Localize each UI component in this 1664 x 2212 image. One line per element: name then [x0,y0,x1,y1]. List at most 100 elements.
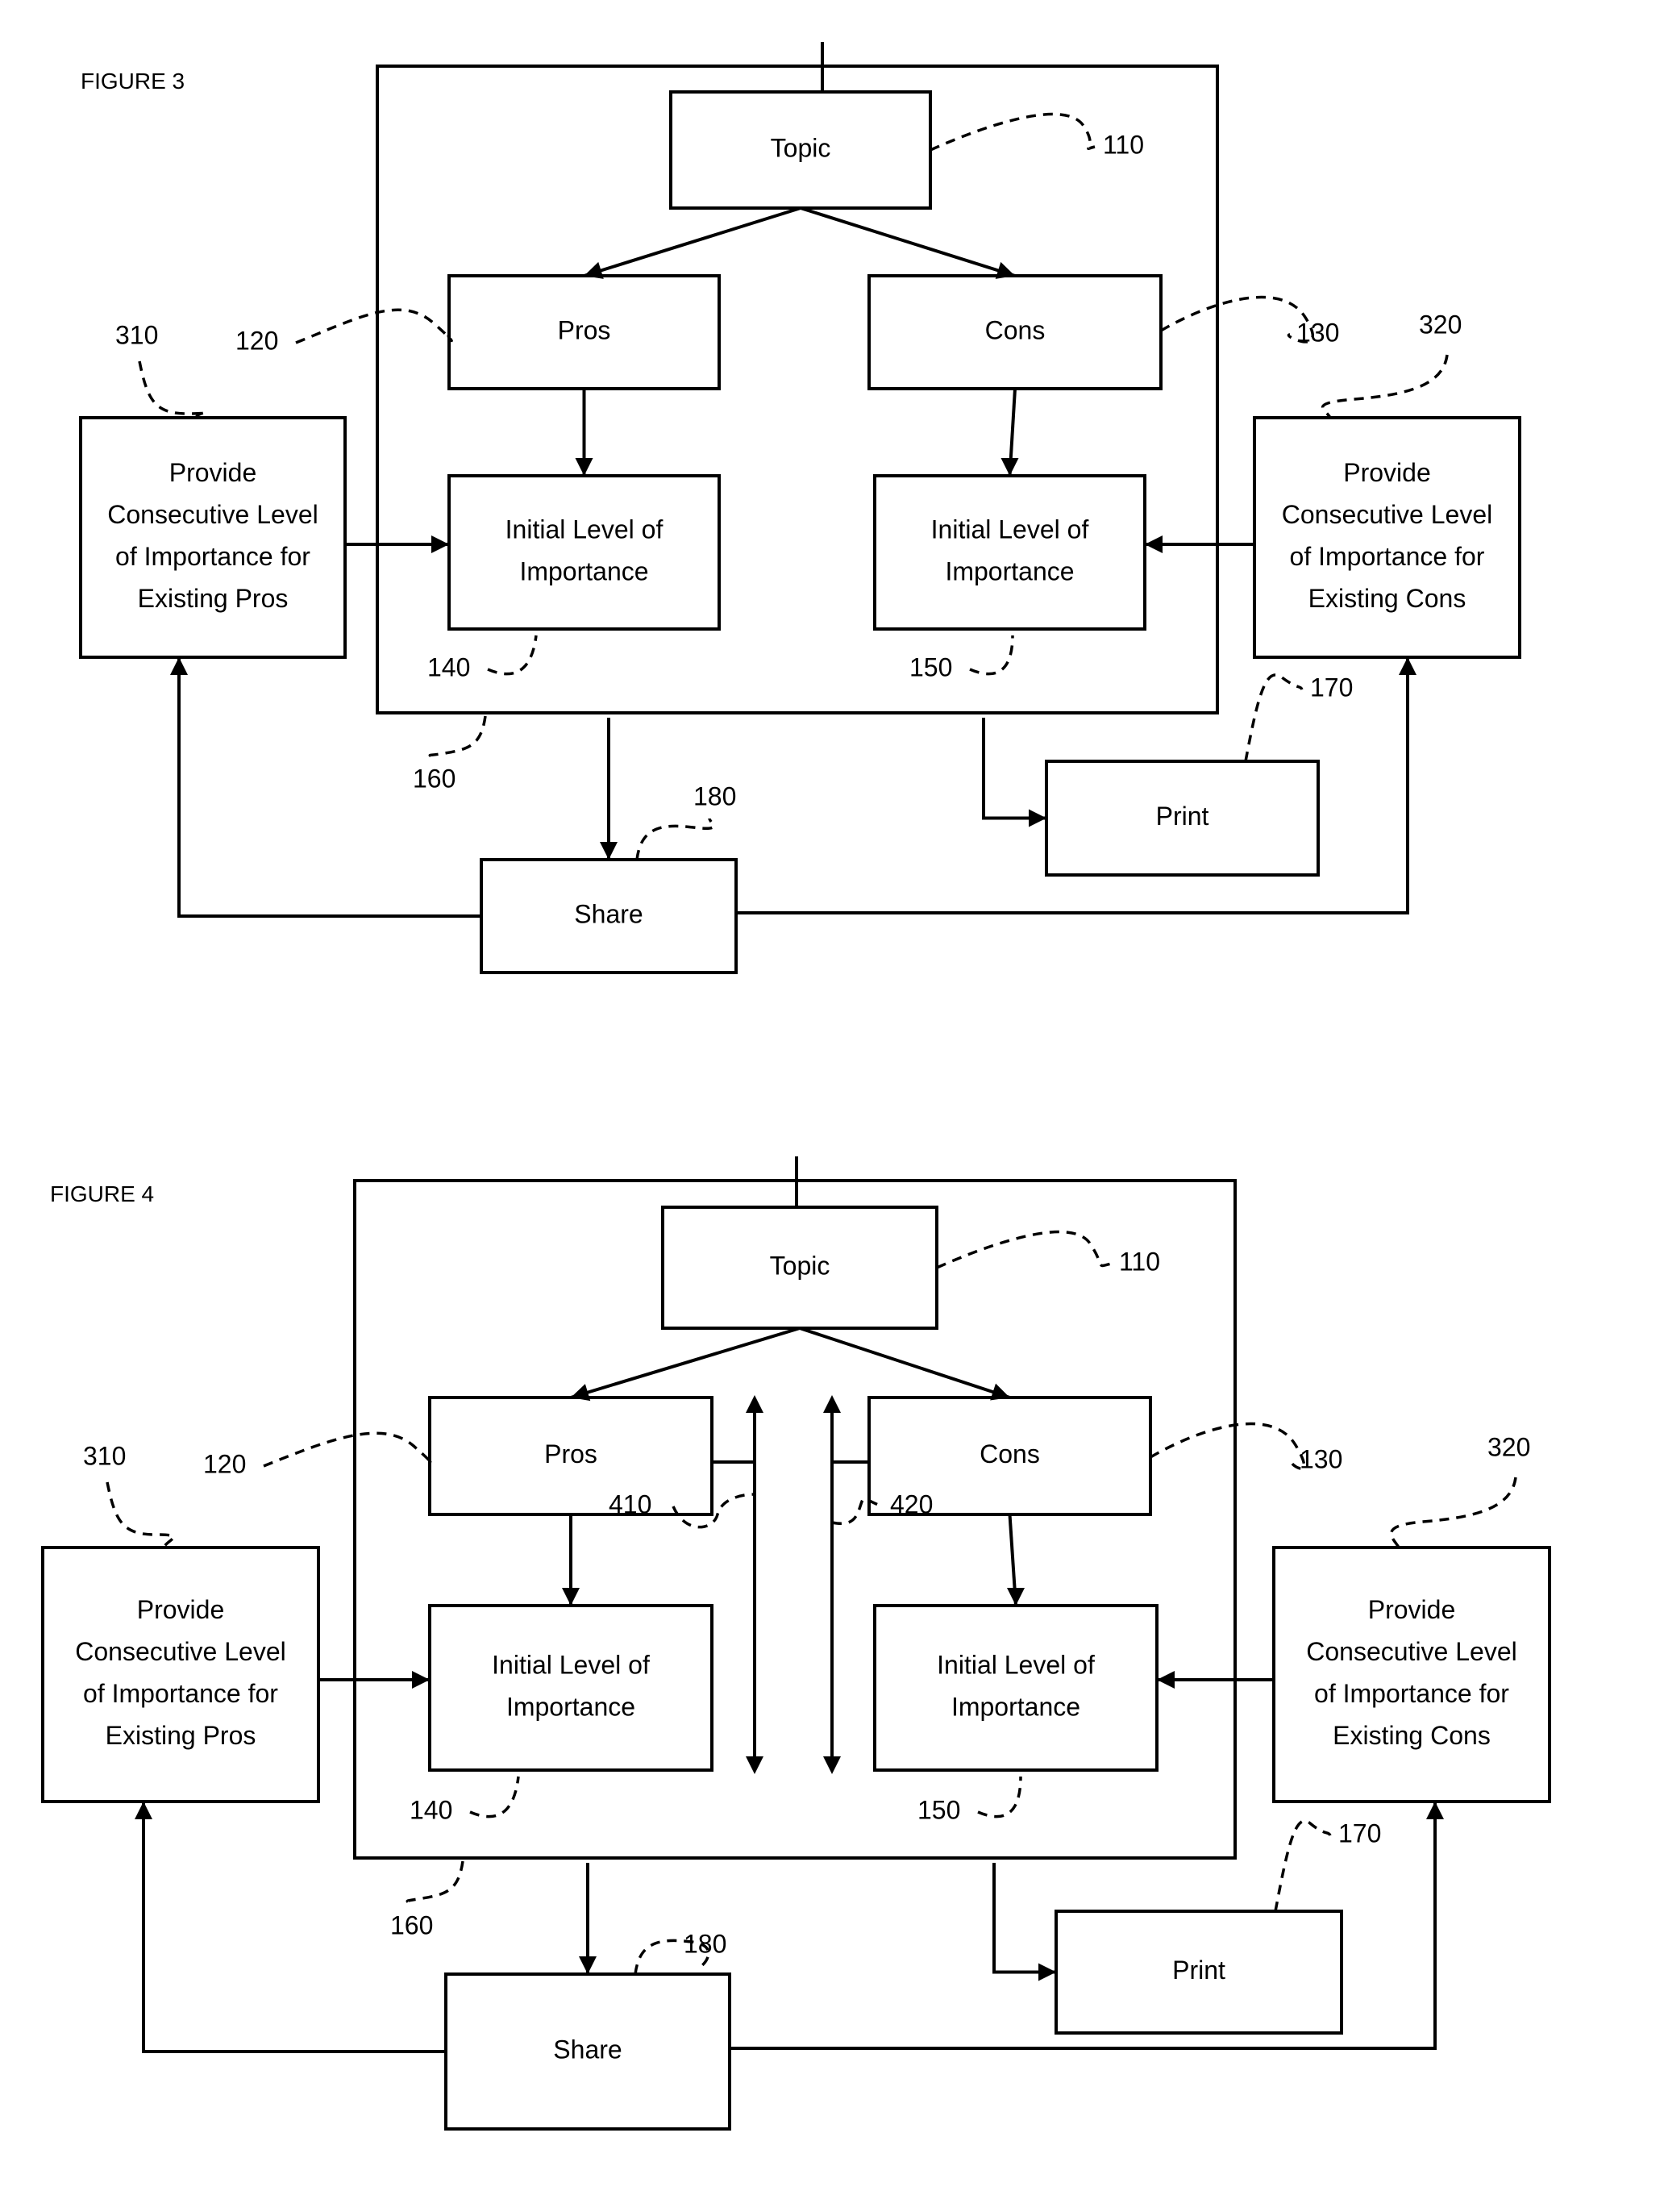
cons-initial-importance-box-label: Importance [951,1692,1080,1721]
cons-consecutive-importance-box-label: Consecutive Level [1306,1637,1516,1666]
leader-310 [138,360,208,419]
pros-consecutive-importance-box-label: Provide [169,458,257,487]
ref-180: 180 [693,781,736,810]
arrow-container-to-share-head [600,842,618,860]
cons-consecutive-importance-box-label: Existing Cons [1308,584,1466,613]
print-box: Print [1045,760,1320,877]
ref-160: 160 [413,764,456,793]
ref-150: 150 [909,652,952,681]
arrow-pros-consecutive-to-initial-head [412,1671,430,1689]
arrow-topic-to-cons [799,1327,1011,1399]
ref-420: 420 [890,1489,933,1518]
arrow-pros-consecutive-to-initial-head [431,535,449,553]
pros-box: Pros [428,1396,713,1516]
arrow-container-to-share-head [579,1956,597,1974]
arrow-cons-to-initial-head [1000,458,1019,476]
leader-140 [469,1776,520,1818]
ref-110: 110 [1119,1247,1160,1276]
pros-consecutive-importance-box-label: Existing Pros [106,1721,256,1750]
topic-box: Topic [661,1206,938,1330]
figure-title: FIGURE 3 [81,69,185,94]
arrow-topic-to-pros [570,1327,801,1399]
print-box-label: Print [1172,1956,1225,1985]
cons-initial-importance-box: Initial Level of Importance [873,1604,1159,1772]
pros-initial-importance-box-label: Initial Level of [505,514,664,544]
ref-320: 320 [1419,310,1462,339]
share-box-label: Share [574,899,643,928]
pros-box-label: Pros [558,315,611,344]
ref-110: 110 [1103,130,1144,159]
leader-130 [1160,295,1314,344]
cons-initial-importance-box-label: Importance [945,556,1074,585]
cons-importance-adjuster-head-up [823,1395,841,1413]
cons-initial-importance-box-outline [873,1604,1159,1772]
pros-initial-importance-box: Initial Level of Importance [447,474,721,631]
cons-initial-importance-box-label: Initial Level of [937,1650,1095,1679]
pros-consecutive-importance-box-outline [79,416,347,659]
leader-120 [295,308,453,344]
patent-diagram-canvas: FIGURE 3 Topic Pros Cons Initial Level of Imp… [41,42,1551,2131]
ref-150: 150 [917,1795,960,1824]
leader-150 [977,1776,1022,1818]
topic-box: Topic [669,90,932,210]
leader-180 [635,818,715,860]
ref-170: 170 [1338,1818,1381,1847]
figure-3: FIGURE 3 Topic Pros Cons Initial Level of Imp… [79,42,1521,974]
pros-consecutive-importance-box: Provide Consecutive Level of Importance fo… [41,1546,320,1803]
arrow-topic-to-cons-head [990,1383,1010,1401]
share-box: Share [480,858,738,974]
arrow-cons-consecutive-to-initial-head [1145,535,1163,553]
arrow-share-to-pros-consecutive-head [170,657,188,675]
arrow-share-to-pros-consecutive-head [135,1802,152,1819]
leader-140 [487,635,538,676]
pros-consecutive-importance-box: Provide Consecutive Level of Importance fo… [79,416,347,659]
cons-consecutive-importance-box: Provide Consecutive Level of Importance fo… [1253,416,1521,659]
cons-consecutive-importance-box-label: Existing Cons [1333,1721,1491,1750]
cons-consecutive-importance-box-outline [1272,1546,1551,1803]
share-box: Share [444,1972,731,2131]
arrow-cons-consecutive-to-initial-head [1157,1671,1175,1689]
ref-130: 130 [1300,1444,1342,1473]
arrow-container-to-print [982,718,1046,820]
figure-title: FIGURE 4 [50,1181,154,1206]
ref-120: 120 [203,1449,246,1478]
figure-4: FIGURE 4 Topic Pros Cons Initial Level of Imp… [41,1156,1551,2131]
cons-consecutive-importance-box-label: Consecutive Level [1282,500,1492,529]
pros-initial-importance-box-outline [447,474,721,631]
pros-importance-adjuster-head-up [746,1395,763,1413]
pros-consecutive-importance-box-label: of Importance for [115,542,310,571]
leader-170 [1274,1819,1332,1912]
leader-150 [969,635,1014,676]
print-box-label: Print [1156,802,1209,831]
cons-consecutive-importance-box-label: of Importance for [1290,542,1485,571]
pros-consecutive-importance-box-label: Provide [137,1595,225,1624]
pros-importance-adjuster-head-down [746,1756,763,1774]
arrow-pros-to-initial-head [575,458,593,476]
cons-consecutive-importance-box: Provide Consecutive Level of Importance fo… [1272,1546,1551,1803]
cons-box-label: Cons [980,1439,1040,1468]
pros-consecutive-importance-box-label: of Importance for [83,1679,278,1708]
cons-importance-adjuster-head-down [823,1756,841,1774]
ref-170: 170 [1310,673,1353,702]
arrow-share-to-cons-consecutive-head [1399,657,1416,675]
leader-320 [1389,1477,1517,1548]
pros-initial-importance-box: Initial Level of Importance [428,1604,713,1772]
ref-320: 320 [1487,1432,1530,1461]
leader-160 [406,1860,464,1908]
pros-box: Pros [447,274,721,390]
cons-consecutive-importance-box-label: Provide [1343,458,1431,487]
arrow-container-to-print-head [1029,809,1046,827]
arrow-container-to-print-head [1038,1963,1056,1981]
leader-310 [106,1481,176,1548]
ref-180: 180 [684,1929,726,1958]
share-box-label: Share [553,2035,622,2064]
pros-initial-importance-box-outline [428,1604,713,1772]
leader-170 [1244,673,1304,762]
ref-310: 310 [83,1441,126,1470]
leader-130 [1150,1422,1306,1470]
arrow-pros-to-initial-head [562,1588,580,1606]
cons-box: Cons [867,274,1163,390]
ref-120: 120 [235,326,278,355]
pros-initial-importance-box-label: Importance [506,1692,635,1721]
ref-310: 310 [115,320,158,349]
